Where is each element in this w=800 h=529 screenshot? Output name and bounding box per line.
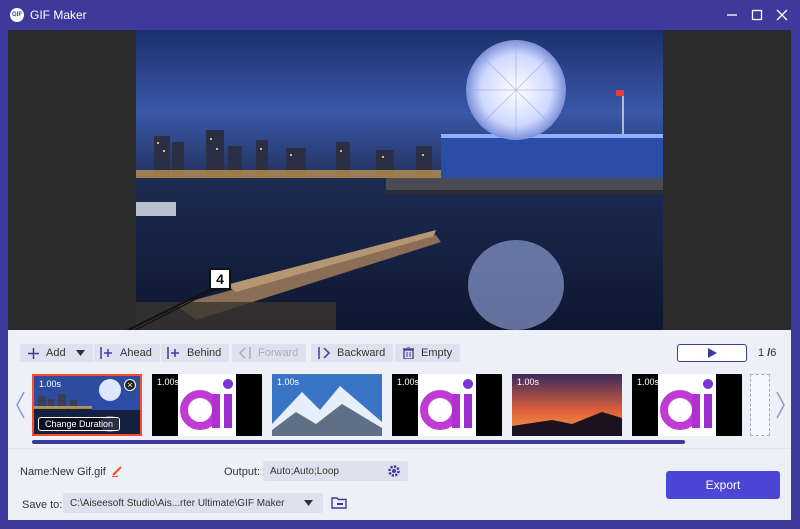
change-duration-button[interactable]: Change Duration [38, 417, 121, 431]
timeline-next-button[interactable] [774, 388, 788, 422]
chevron-right-icon [776, 391, 785, 419]
frame-thumbnail[interactable]: 1.00s [632, 374, 742, 436]
output-settings: Name: New Gif.gif Output: Auto;Auto;Loop… [8, 448, 791, 520]
frame-duration: 1.00s [277, 377, 300, 387]
current-frame: 1 [758, 347, 765, 359]
trash-icon [401, 346, 415, 360]
insert-behind-icon [167, 346, 181, 360]
folder-icon [331, 496, 347, 509]
maximize-icon [751, 9, 763, 21]
delete-frame-icon[interactable]: × [124, 379, 136, 391]
frame-thumbnail[interactable]: 1.00s × Change Duration [32, 374, 142, 436]
minimize-icon [727, 14, 737, 16]
backward-button[interactable]: Backward [311, 344, 394, 362]
app-logo-icon: GIF [10, 8, 24, 22]
rename-button[interactable] [110, 464, 124, 478]
title-bar: GIF GIF Maker [0, 0, 800, 30]
save-to-label: Save to: [22, 499, 63, 511]
caret-down-icon [303, 500, 313, 506]
frame-duration: 1.00s [157, 377, 180, 387]
timeline-scrollbar[interactable] [32, 440, 685, 444]
save-path-dropdown[interactable] [301, 496, 315, 510]
maximize-button[interactable] [747, 5, 767, 25]
caret-down-icon[interactable] [75, 350, 85, 356]
output-settings-button[interactable] [386, 463, 402, 479]
export-button[interactable]: Export [666, 471, 780, 499]
frame-thumbnail[interactable]: 1.00s [512, 374, 622, 436]
close-icon [776, 9, 788, 21]
frame-thumbnail[interactable]: 1.00s [272, 374, 382, 436]
add-button[interactable]: Add [20, 344, 93, 362]
save-path-value: C:\Aiseesoft Studio\Ais...rter Ultimate\… [70, 497, 285, 509]
forward-label: Forward [258, 347, 299, 359]
frame-duration: 1.00s [637, 377, 660, 387]
close-button[interactable] [772, 5, 792, 25]
plus-icon [26, 346, 40, 360]
name-label: Name: [20, 466, 53, 478]
play-icon [707, 348, 717, 358]
empty-button[interactable]: Empty [395, 344, 461, 362]
gear-icon [388, 465, 400, 477]
save-path-field[interactable]: C:\Aiseesoft Studio\Ais...rter Ultimate\… [63, 493, 323, 513]
move-backward-icon [317, 346, 331, 360]
frame-duration: 1.00s [517, 377, 540, 387]
ahead-label: Ahead [120, 347, 152, 359]
frame-duration: 1.00s [39, 379, 62, 389]
pencil-icon [112, 466, 122, 477]
minimize-button[interactable] [722, 5, 742, 25]
output-format-value: Auto;Auto;Loop [270, 465, 339, 477]
output-label: Output: [224, 466, 261, 478]
chevron-left-icon [16, 391, 25, 419]
timeline-prev-button[interactable] [13, 388, 27, 422]
forward-button[interactable]: Forward [232, 344, 307, 362]
frame-duration: 1.00s [397, 377, 420, 387]
total-frames: 6 [770, 347, 777, 359]
frame-toolbar: Add Ahead Behind Forward Backward Empty … [8, 330, 791, 370]
behind-button[interactable]: Behind [161, 344, 230, 362]
insert-ahead-icon [100, 346, 114, 360]
move-forward-icon [238, 346, 252, 360]
frame-thumbnail[interactable]: 1.00s [392, 374, 502, 436]
gif-maker-window: GIF GIF Maker 4 Add Ahead Behind Forward… [0, 0, 800, 529]
step-callout: 4 [209, 268, 231, 290]
tutorial-arrow [84, 287, 219, 354]
add-label: Add [46, 347, 66, 359]
window-title: GIF Maker [30, 8, 87, 22]
frame-counter: 1 /6 [758, 347, 776, 359]
add-frame-slot[interactable] [750, 374, 770, 436]
backward-label: Backward [337, 347, 386, 359]
gif-name-value: New Gif.gif [52, 466, 106, 478]
frame-thumbnail[interactable]: 1.00s [152, 374, 262, 436]
empty-label: Empty [421, 347, 453, 359]
main-content: 4 Add Ahead Behind Forward Backward Empt… [8, 30, 791, 520]
behind-label: Behind [187, 347, 222, 359]
frame-timeline: 1.00s × Change Duration 1.00s 1.00s 1.00… [8, 370, 791, 448]
ahead-button[interactable]: Ahead [94, 344, 160, 362]
open-folder-button[interactable] [330, 494, 348, 510]
play-button[interactable] [677, 344, 747, 362]
